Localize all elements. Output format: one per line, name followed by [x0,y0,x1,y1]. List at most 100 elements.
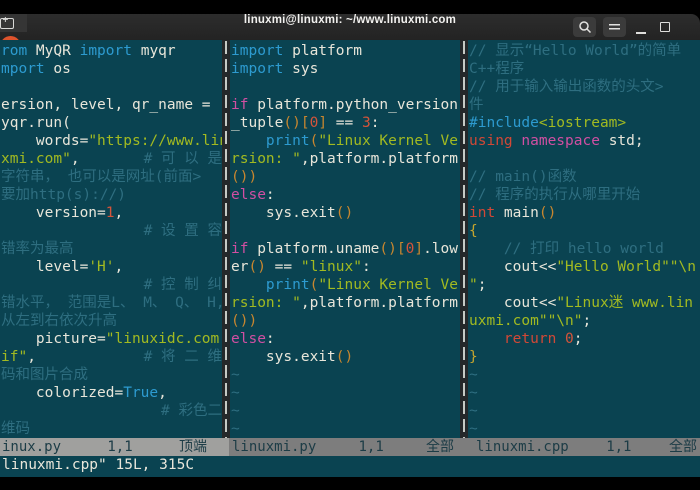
code-line: sys.exit() [231,204,460,222]
code-token: yqr.run( [1,115,71,131]
code-token: ( [310,133,319,149]
titlebar: + linuxmi@linuxmi: ~/www.linuxmi.com ✕ [0,14,700,41]
code-token: // main()函数 [469,169,577,185]
code-line: ~ [231,402,460,420]
code-line: else: [231,186,460,204]
status-segment-middle: linuxmi.py 1,1 全部 [229,438,466,456]
code-token: 错率为最高 [1,241,74,257]
code-token: "Linux Kernel Ve [318,277,458,293]
code-line: ~ [469,384,700,402]
terminal[interactable]: rom MyQR import myqrmport osersion, leve… [0,40,700,477]
code-token: ; [583,313,592,329]
code-token: ()) [231,313,257,329]
code-pane-middle[interactable]: import platformimport sysif platform.pyt… [231,42,460,438]
menu-button[interactable] [603,17,626,37]
code-line: // 程序的执行从哪里开始 [469,186,700,204]
status-segment-left: inux.py 1,1 顶端 [0,438,229,456]
search-button[interactable] [573,17,596,37]
code-token: : [371,115,380,131]
pane-separator [460,40,468,438]
code-line [231,78,460,96]
code-line: ~ [231,366,460,384]
code-line: using namespace std; [469,132,700,150]
code-token: , [115,205,124,221]
code-line: return 0; [469,330,700,348]
code-token: "Hello World""\n [556,259,696,275]
code-token: namespace [521,133,600,149]
menu-icon [609,24,620,31]
code-line: // main()函数 [469,168,700,186]
code-token: 'H' [88,259,114,275]
code-token: ~ [469,367,478,383]
minimize-button[interactable] [631,17,651,37]
code-token: # 彩色二 [161,403,222,419]
code-token: ()[ [379,241,405,257]
code-token: #include [469,115,539,131]
code-token: () [336,205,353,221]
code-line: if platform.python_version [231,96,460,114]
code-token: rom [1,43,27,59]
code-line: C++程序 [469,60,700,78]
code-token: if [231,241,248,257]
code-line: // 显示“Hello World”的简单 [469,42,700,60]
code-line: colorized=True, [1,384,222,402]
code-token: ~ [231,403,240,419]
code-pane-right[interactable]: // 显示“Hello World”的简单C++程序// 用于输入输出函数的头文… [469,42,700,438]
code-token: .low [423,241,458,257]
code-token: if [231,97,248,113]
code-token: , [71,151,80,167]
code-line: else: [231,330,460,348]
code-token: } [469,349,478,365]
code-token: # 可 以 是 [144,151,222,167]
code-line: ~ [469,420,700,438]
status-scroll-pos: 全部 [669,438,697,456]
code-token: myqr [132,43,176,59]
status-filename: linuxmi.py [232,438,316,456]
code-token: xmi.com" [1,151,71,167]
code-token: ~ [469,385,478,401]
code-token: , [115,259,124,275]
code-token: words= [1,133,88,149]
code-token: ersion, level, qr_name = [1,97,211,113]
code-line: print("Linux Kernel Ve [231,132,460,150]
code-line: ersion, level, qr_name = [1,96,222,114]
status-filename: inux.py [2,438,61,456]
code-token [231,133,266,149]
code-line: // 用于输入输出函数的头文> [469,78,700,96]
code-token: "Linux迷 www.lin [556,295,693,311]
code-token: print [266,133,310,149]
code-line: print("Linux Kernel Ve [231,276,460,294]
code-line: ()) [231,312,460,330]
code-line: rsion: ",platform.platform [231,294,460,312]
code-line: cout<<"Linux迷 www.lin [469,294,700,312]
code-token: picture= [1,331,106,347]
code-token: platform.python_version [248,97,458,113]
code-line: mport os [1,60,222,78]
code-line: int main() [469,204,700,222]
code-pane-left[interactable]: rom MyQR import myqrmport osersion, leve… [1,42,222,438]
code-line: ~ [231,384,460,402]
code-token: "linuxidc.com. [106,331,222,347]
code-token: # 将 二 维 [144,349,222,365]
search-icon [578,20,592,34]
status-segment-right: linuxmi.cpp 1,1 全部 [466,438,700,456]
code-token: 从左到右依次升高 [1,313,117,329]
maximize-button[interactable] [655,17,675,37]
status-scroll-pos: 全部 [426,438,454,456]
code-token: sys [283,61,318,77]
code-token: import [231,61,283,77]
code-token: 维码 [1,421,30,437]
code-line: { [469,222,700,240]
code-token: == [327,115,362,131]
code-token [556,331,565,347]
code-token: ~ [231,367,240,383]
code-token: ; [478,277,487,293]
code-line: ()) [231,168,460,186]
code-token [469,331,504,347]
code-line: ~ [469,366,700,384]
code-token: cout<< [469,259,556,275]
code-token: <iostream> [539,115,626,131]
code-token: else [231,331,266,347]
code-line: version=1, [1,204,222,222]
code-token: : [266,187,275,203]
